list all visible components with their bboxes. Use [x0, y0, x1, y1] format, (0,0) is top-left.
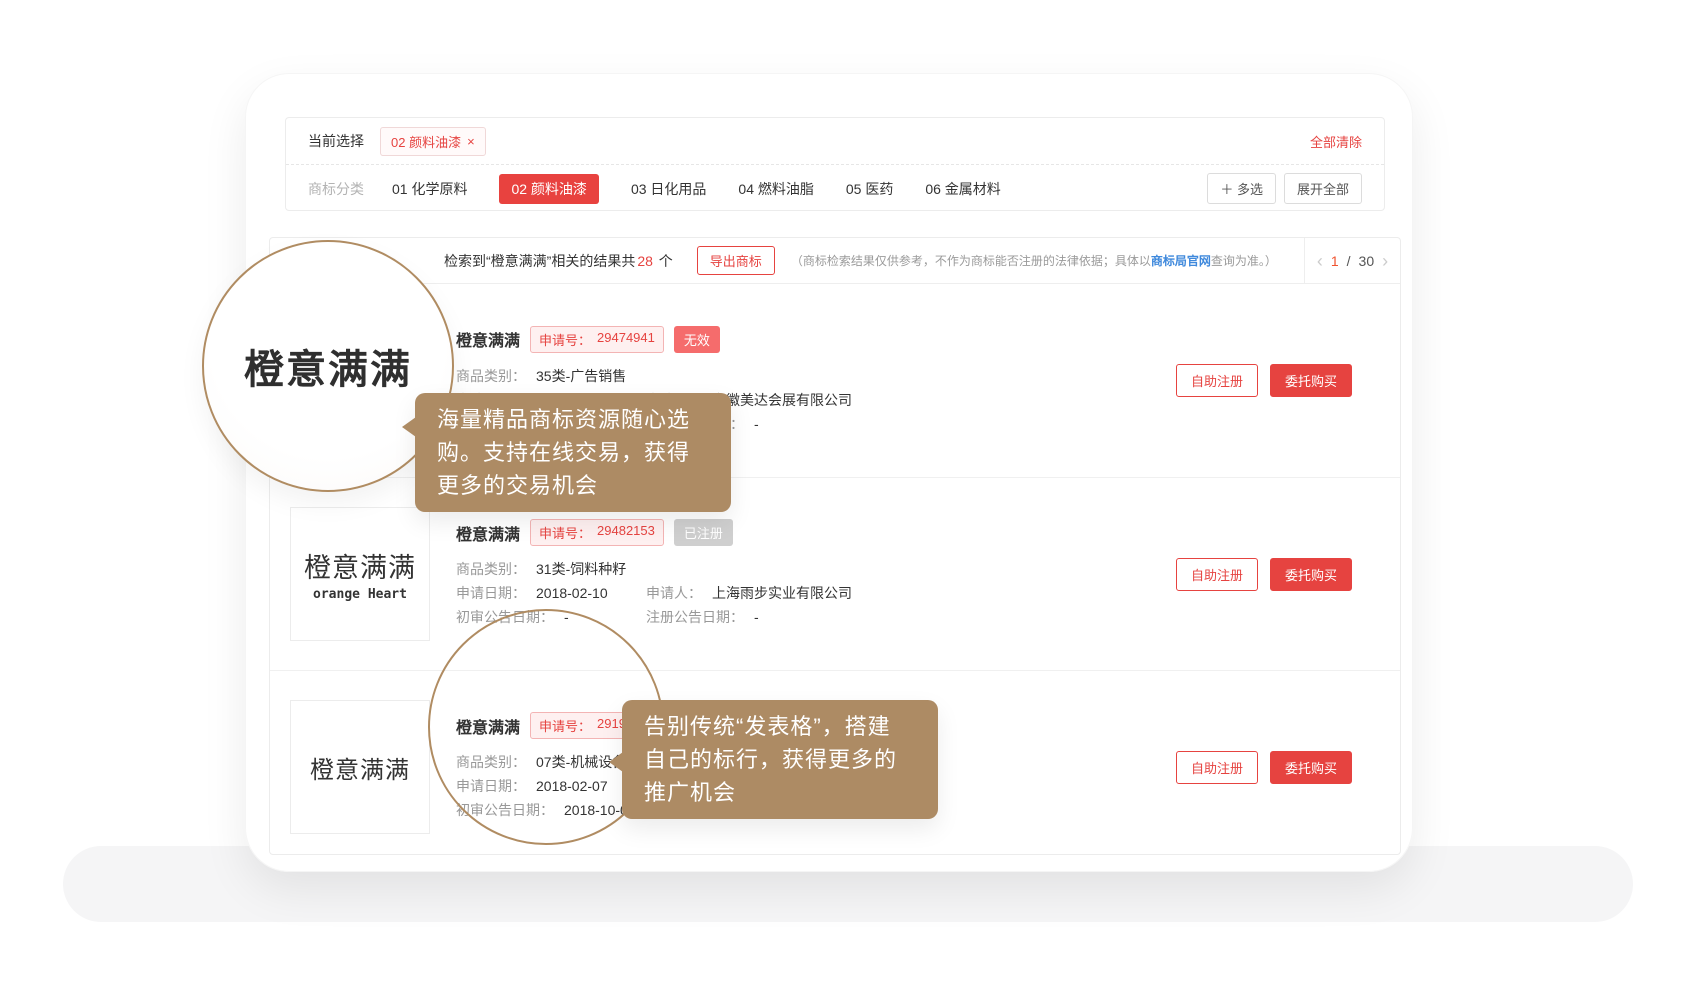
field-value: 31类-饲料种籽 — [536, 557, 626, 581]
trademark-image-text: 橙意满满 — [304, 546, 416, 585]
tooltip-arrow-icon — [402, 417, 416, 437]
field-value: 2018-02-10 — [536, 581, 608, 605]
field-label: 申请人： — [646, 581, 702, 605]
prev-page-icon[interactable]: ‹ — [1317, 252, 1323, 270]
entrust-purchase-button[interactable]: 委托购买 — [1270, 364, 1352, 397]
tooltip-arrow-icon — [609, 752, 623, 772]
next-page-icon[interactable]: › — [1382, 252, 1388, 270]
pagination: ‹ 1 / 30 › — [1304, 238, 1400, 283]
disclaimer-post: 查询为准。） — [1211, 254, 1277, 268]
category-row: 商标分类 01 化学原料 02 颜料油漆 03 日化用品 04 燃料油脂 05 … — [286, 165, 1384, 212]
clear-all-button[interactable]: 全部清除 — [1310, 132, 1362, 151]
results-summary-area: 检索到“橙意满满”相关的结果共28 个 导出商标 （商标检索结果仅供参考，不作为… — [270, 238, 1304, 283]
tooltip-text-line: 自己的标行，获得更多的 — [644, 743, 916, 776]
tooltip-text-line: 推广机会 — [644, 776, 916, 809]
results-count: 28 — [635, 253, 655, 269]
field-value: 安徽美达会展有限公司 — [712, 388, 852, 412]
entrust-purchase-button[interactable]: 委托购买 — [1270, 558, 1352, 591]
category-item-03[interactable]: 03 日化用品 — [631, 179, 706, 199]
results-unit: 个 — [659, 253, 673, 269]
self-register-button[interactable]: 自助注册 — [1176, 364, 1258, 397]
field-label: 初审公告日期： — [456, 605, 554, 629]
category-item-04[interactable]: 04 燃料油脂 — [738, 179, 813, 199]
field-value: - — [754, 605, 759, 629]
close-icon[interactable]: × — [467, 134, 475, 149]
field-value: 35类-广告销售 — [536, 364, 626, 388]
trademark-name[interactable]: 橙意满满 — [456, 521, 520, 545]
field-label: 商品类别： — [456, 750, 526, 774]
application-number-value: 29474941 — [597, 330, 655, 349]
category-item-06[interactable]: 06 金属材料 — [925, 179, 1000, 199]
trademark-image[interactable]: 橙意满满 — [290, 700, 430, 834]
field-label: 初审公告日期： — [456, 798, 554, 822]
trademark-image-subtext: orange Heart — [313, 587, 407, 602]
promo-tooltip-promotion: 告别传统“发表格”，搭建 自己的标行，获得更多的 推广机会 — [622, 700, 938, 819]
field-value: 2018-02-07 — [536, 774, 608, 798]
status-badge: 已注册 — [674, 519, 733, 546]
row-actions: 自助注册 委托购买 — [1176, 558, 1352, 591]
trademark-office-link[interactable]: 商标局官网 — [1151, 254, 1211, 268]
category-item-05[interactable]: 05 医药 — [846, 179, 893, 199]
self-register-button[interactable]: 自助注册 — [1176, 558, 1258, 591]
category-item-01[interactable]: 01 化学原料 — [392, 179, 467, 199]
entrust-purchase-button[interactable]: 委托购买 — [1270, 751, 1352, 784]
field-label: 商品类别： — [456, 364, 526, 388]
magnified-trademark-text: 橙意满满 — [244, 337, 412, 395]
tooltip-text-line: 购。支持在线交易，获得 — [437, 436, 709, 469]
application-number-badge: 申请号： 29474941 — [530, 326, 664, 353]
category-row-label: 商标分类 — [308, 179, 364, 199]
multi-select-button[interactable]: ＋ 多选 — [1207, 173, 1276, 204]
disclaimer-pre: （商标检索结果仅供参考，不作为商标能否注册的法律依据；具体以 — [791, 254, 1151, 268]
tooltip-text-line: 海量精品商标资源随心选 — [437, 403, 709, 436]
application-number-label: 申请号： — [539, 716, 591, 735]
selected-filter-label: 02 颜料油漆 — [391, 132, 461, 151]
total-pages: 30 — [1359, 253, 1375, 269]
trademark-image[interactable]: 橙意满满 orange Heart — [290, 507, 430, 641]
page-separator: / — [1347, 253, 1351, 269]
filter-panel: 当前选择 02 颜料油漆 × 全部清除 商标分类 01 化学原料 02 颜料油漆… — [285, 117, 1385, 211]
promo-tooltip-trade: 海量精品商标资源随心选 购。支持在线交易，获得 更多的交易机会 — [415, 393, 731, 512]
row-actions: 自助注册 委托购买 — [1176, 751, 1352, 784]
trademark-name[interactable]: 橙意满满 — [456, 327, 520, 351]
tooltip-text-line: 告别传统“发表格”，搭建 — [644, 710, 916, 743]
field-label: 商品类别： — [456, 557, 526, 581]
summary-text: 检索到“橙意满满”相关的结果共 — [444, 253, 635, 269]
application-number-label: 申请号： — [539, 330, 591, 349]
current-selection-label: 当前选择 — [308, 131, 364, 151]
selected-filter-chip[interactable]: 02 颜料油漆 × — [380, 127, 486, 156]
page: 当前选择 02 颜料油漆 × 全部清除 商标分类 01 化学原料 02 颜料油漆… — [0, 0, 1696, 1002]
trademark-details: 橙意满满 申请号： 29482153 已注册 商品类别： 31类-饲料种籽 申请日期… — [456, 519, 1176, 629]
row-actions: 自助注册 委托购买 — [1176, 364, 1352, 397]
export-trademark-button[interactable]: 导出商标 — [697, 246, 775, 275]
category-item-02-selected[interactable]: 02 颜料油漆 — [499, 174, 598, 204]
field-value: - — [754, 412, 759, 436]
current-selection-row: 当前选择 02 颜料油漆 × 全部清除 — [286, 118, 1384, 165]
field-label: 申请日期： — [456, 581, 526, 605]
disclaimer-text: （商标检索结果仅供参考，不作为商标能否注册的法律依据；具体以商标局官网查询为准。… — [791, 252, 1277, 269]
trademark-image-text: 橙意满满 — [310, 750, 410, 785]
field-value: - — [564, 605, 569, 629]
self-register-button[interactable]: 自助注册 — [1176, 751, 1258, 784]
results-summary: 检索到“橙意满满”相关的结果共28 个 — [444, 251, 673, 271]
current-page: 1 — [1331, 253, 1339, 269]
status-badge: 无效 — [674, 326, 720, 353]
field-label: 注册公告日期： — [646, 605, 744, 629]
application-number-label: 申请号： — [539, 523, 591, 542]
results-info-bar: 检索到“橙意满满”相关的结果共28 个 导出商标 （商标检索结果仅供参考，不作为… — [270, 238, 1400, 284]
category-tools: ＋ 多选 展开全部 — [1207, 173, 1362, 204]
expand-all-button[interactable]: 展开全部 — [1284, 173, 1362, 204]
field-label: 申请日期： — [456, 774, 526, 798]
tooltip-text-line: 更多的交易机会 — [437, 469, 709, 502]
field-value: 上海雨步实业有限公司 — [712, 581, 852, 605]
application-number-badge: 申请号： 29482153 — [530, 519, 664, 546]
application-number-value: 29482153 — [597, 523, 655, 542]
trademark-name[interactable]: 橙意满满 — [456, 714, 520, 738]
